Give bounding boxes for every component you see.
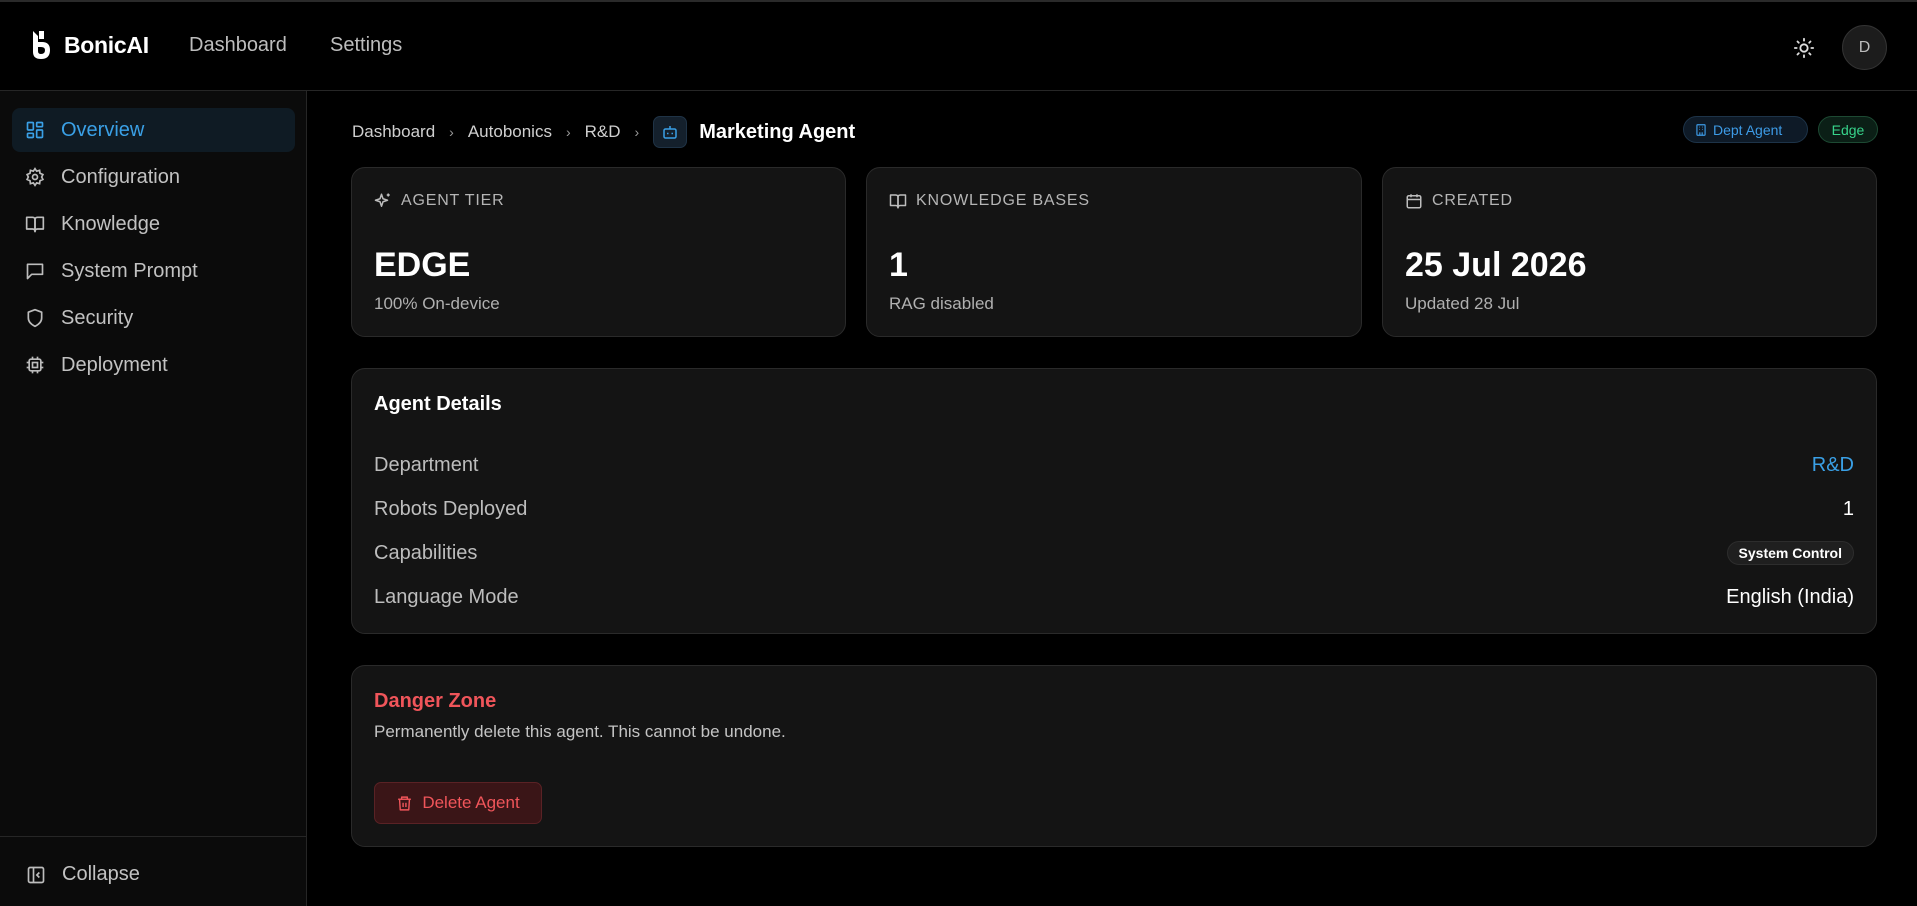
delete-agent-button[interactable]: Delete Agent [374, 782, 542, 824]
detail-key: Capabilities [374, 541, 478, 564]
brand-logo[interactable]: BonicAI [30, 30, 149, 60]
danger-zone-title: Danger Zone [374, 690, 497, 712]
dept-agent-badge: Dept Agent [1683, 116, 1808, 143]
stat-card-agent-tier: AGENT TIER EDGE 100% On-device [351, 167, 846, 337]
chevron-right-icon: › [449, 124, 454, 140]
nav-dashboard[interactable]: Dashboard [189, 34, 287, 57]
calendar-icon [1406, 194, 1422, 209]
stat-subtext: Updated 28 Jul [1405, 294, 1520, 313]
stat-subtext: 100% On-device [374, 294, 500, 313]
message-square-icon [26, 263, 44, 280]
nav-settings[interactable]: Settings [330, 34, 402, 57]
sidebar-item-deployment[interactable]: Deployment [12, 343, 295, 387]
sidebar-item-label: Security [61, 306, 134, 329]
stat-value: EDGE [374, 246, 471, 284]
sidebar-item-security[interactable]: Security [12, 296, 295, 340]
capability-chip: System Control [1726, 541, 1854, 565]
sidebar-item-label: Configuration [61, 165, 180, 188]
tier-badge: Edge [1818, 116, 1878, 143]
sidebar-divider [0, 836, 307, 837]
danger-zone-description: Permanently delete this agent. This cann… [374, 722, 786, 741]
chevron-right-icon: › [565, 124, 571, 140]
sidebar-item-knowledge[interactable]: Knowledge [12, 202, 295, 246]
sidebar-item-label: Overview [61, 118, 145, 141]
collapse-button[interactable]: Collapse [26, 863, 140, 886]
section-title: Agent Details [374, 393, 502, 415]
shield-icon [27, 308, 43, 328]
sun-icon [1793, 37, 1815, 59]
panel-left-icon [27, 866, 45, 883]
bot-icon [653, 116, 688, 148]
detail-key: Department [374, 453, 479, 476]
sparkles-icon [374, 193, 390, 207]
breadcrumb-department[interactable]: R&D [585, 122, 621, 142]
sidebar-item-system-prompt[interactable]: System Prompt [12, 249, 295, 293]
breadcrumb: Dashboard › Autobonics › R&D › Marketing… [352, 116, 855, 148]
stat-label: CREATED [1405, 192, 1513, 210]
danger-zone-card: Danger Zone Permanently delete this agen… [351, 665, 1877, 847]
badge-label: Edge [1831, 121, 1865, 138]
agent-details-card: Agent Details Department R&D Robots Depl… [351, 368, 1877, 634]
detail-key: Language Mode [374, 585, 519, 608]
detail-value: English (India) [1726, 585, 1854, 608]
brand-name: BonicAI [64, 31, 149, 58]
delete-button-label: Delete Agent [422, 793, 520, 812]
theme-toggle-button[interactable] [1791, 35, 1817, 61]
stat-value: 25 Jul 2026 [1405, 246, 1587, 284]
stat-card-knowledge-bases: KNOWLEDGE BASES 1 RAG disabled [866, 167, 1362, 337]
sidebar-item-label: Knowledge [61, 212, 160, 235]
detail-row-capabilities: Capabilities System Control [374, 539, 1854, 567]
sidebar-item-overview[interactable]: Overview [12, 108, 295, 152]
sidebar: Overview Configuration Knowledge System … [0, 91, 307, 906]
sidebar-item-label: System Prompt [61, 259, 198, 282]
detail-row-department: Department R&D [374, 451, 1854, 479]
bonicai-logo-icon [33, 31, 50, 59]
page-title: Marketing Agent [699, 120, 856, 143]
layout-dashboard-icon [26, 121, 44, 139]
detail-value: 1 [1842, 497, 1854, 520]
top-bar: BonicAI Dashboard Settings D [0, 0, 1917, 91]
collapse-label: Collapse [62, 863, 140, 885]
stat-label: KNOWLEDGE BASES [889, 192, 1090, 210]
department-link[interactable]: R&D [1812, 454, 1854, 477]
trash-icon [398, 795, 412, 811]
breadcrumb-autobonics[interactable]: Autobonics [468, 122, 552, 142]
breadcrumb-dashboard[interactable]: Dashboard [352, 122, 435, 142]
gear-icon [25, 167, 45, 187]
stat-subtext: RAG disabled [889, 294, 994, 313]
chevron-right-icon: › [634, 124, 640, 140]
cpu-icon [26, 356, 44, 374]
detail-row-robots: Robots Deployed 1 [374, 495, 1854, 523]
user-avatar[interactable]: D [1842, 25, 1887, 70]
sidebar-item-label: Deployment [61, 353, 168, 376]
stat-label: AGENT TIER [374, 192, 504, 210]
avatar-initial: D [1858, 38, 1871, 56]
detail-key: Robots Deployed [374, 497, 528, 520]
stat-value: 1 [889, 246, 908, 284]
book-open-icon [889, 194, 907, 209]
building-icon [1696, 123, 1706, 136]
stat-card-created: CREATED 25 Jul 2026 Updated 28 Jul [1382, 167, 1877, 337]
book-open-icon [25, 216, 45, 233]
sidebar-item-configuration[interactable]: Configuration [12, 155, 295, 199]
detail-row-language: Language Mode English (India) [374, 583, 1854, 611]
badge-label: Dept Agent [1713, 121, 1783, 138]
